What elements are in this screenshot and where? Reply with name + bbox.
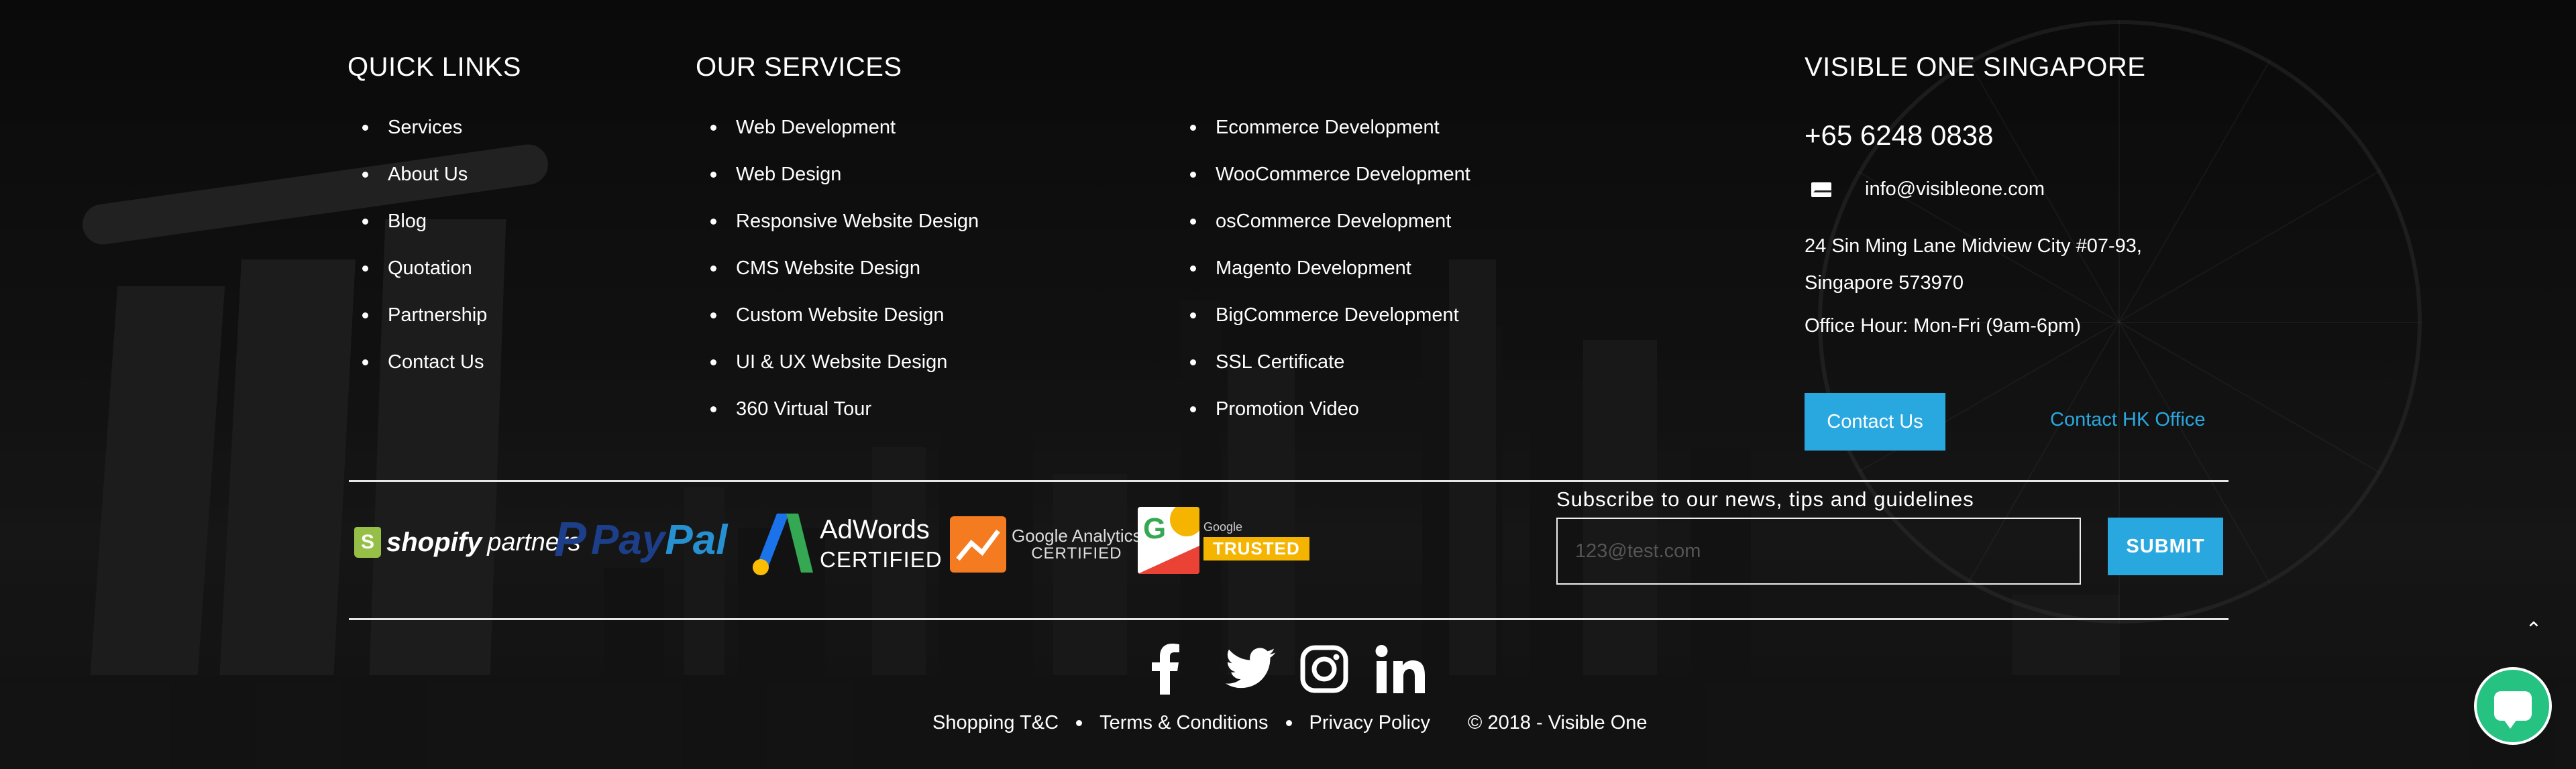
twitter-link[interactable] [1225,648,1276,689]
list-item[interactable]: UI & UX Website Design [696,339,979,386]
subscribe-label: Subscribe to our news, tips and guidelin… [1556,487,1974,511]
facebook-icon [1152,644,1179,695]
service-link[interactable]: Web Development [736,117,896,138]
service-link[interactable]: Magento Development [1216,257,1411,279]
privacy-policy-link[interactable]: Privacy Policy [1309,712,1431,734]
google-trusted-badge: G Google TRUSTED [1138,507,1309,574]
divider-top [349,480,2229,482]
office-hour: Office Hour: Mon-Fri (9am-6pm) [1805,315,2081,337]
list-item[interactable]: SSL Certificate [1175,339,1470,386]
service-link[interactable]: Web Design [736,164,841,185]
service-link[interactable]: CMS Website Design [736,257,920,279]
service-link[interactable]: Responsive Website Design [736,211,979,232]
quick-link-blog[interactable]: Blog [388,211,427,232]
twitter-icon [1225,648,1276,689]
list-item[interactable]: Blog [347,198,487,245]
shopping-tc-link[interactable]: Shopping T&C [932,712,1059,734]
terms-conditions-link[interactable]: Terms & Conditions [1099,712,1268,734]
quick-link-about-us[interactable]: About Us [388,164,468,185]
linkedin-icon [1375,645,1425,693]
service-link[interactable]: Custom Website Design [736,304,945,326]
paypal-mark-icon: P [554,513,586,567]
our-services-title: OUR SERVICES [696,52,902,82]
list-item[interactable]: Services [347,104,487,151]
list-item[interactable]: Quotation [347,245,487,292]
google-my-business-icon: G [1138,507,1199,574]
service-link[interactable]: WooCommerce Development [1216,164,1470,185]
instagram-link[interactable] [1300,645,1348,693]
list-item[interactable]: WooCommerce Development [1175,151,1470,198]
address: 24 Sin Ming Lane Midview City #07-93, Si… [1805,228,2274,302]
submit-button[interactable]: SUBMIT [2108,518,2223,575]
scroll-to-top-button[interactable]: ⌃ [2524,618,2544,642]
services-list-2: Ecommerce Development WooCommerce Develo… [1175,104,1470,432]
list-item[interactable]: Responsive Website Design [696,198,979,245]
list-item[interactable]: Promotion Video [1175,386,1470,432]
chat-widget-button[interactable] [2474,667,2552,745]
copyright: © 2018 - Visible One [1468,712,1648,733]
separator-dot [1285,720,1292,726]
quick-links-title: QUICK LINKS [347,52,521,82]
list-item[interactable]: Magento Development [1175,245,1470,292]
list-item[interactable]: Ecommerce Development [1175,104,1470,151]
quick-link-partnership[interactable]: Partnership [388,304,487,326]
list-item[interactable]: BigCommerce Development [1175,292,1470,339]
service-link[interactable]: BigCommerce Development [1216,304,1459,326]
contact-title: VISIBLE ONE SINGAPORE [1805,52,2146,82]
service-link[interactable]: Promotion Video [1216,398,1359,420]
email-address[interactable]: info@visibleone.com [1865,178,2045,200]
adwords-icon [753,514,813,575]
address-line-2: Singapore 573970 [1805,272,1964,294]
linkedin-link[interactable] [1375,645,1425,693]
contact-hk-office-link[interactable]: Contact HK Office [2050,409,2206,431]
shopify-partners-logo: S shopify partners [354,527,581,558]
email-row[interactable]: info@visibleone.com [1811,178,2045,200]
list-item[interactable]: Custom Website Design [696,292,979,339]
service-link[interactable]: UI & UX Website Design [736,351,947,373]
quick-link-contact-us[interactable]: Contact Us [388,351,484,373]
instagram-icon [1300,645,1348,693]
contact-us-button[interactable]: Contact Us [1805,393,1945,451]
chat-bubble-icon [2494,691,2532,729]
subscribe-email-input[interactable] [1556,518,2081,585]
list-item[interactable]: Partnership [347,292,487,339]
service-link[interactable]: Ecommerce Development [1216,117,1440,138]
list-item[interactable]: About Us [347,151,487,198]
shopify-bag-icon: S [354,527,381,558]
services-list-1: Web Development Web Design Responsive We… [696,104,979,432]
separator-dot [1076,720,1083,726]
adwords-certified-logo: AdWords CERTIFIED [751,511,943,575]
list-item[interactable]: Web Development [696,104,979,151]
quick-link-quotation[interactable]: Quotation [388,257,472,279]
service-link[interactable]: osCommerce Development [1216,211,1451,232]
facebook-link[interactable] [1148,642,1182,695]
quick-link-services[interactable]: Services [388,117,462,138]
list-item[interactable]: Contact Us [347,339,487,386]
service-link[interactable]: SSL Certificate [1216,351,1344,373]
footer-links: Shopping T&C Terms & Conditions Privacy … [932,712,1648,734]
address-line-1: 24 Sin Ming Lane Midview City #07-93, [1805,235,2142,257]
list-item[interactable]: Web Design [696,151,979,198]
list-item[interactable]: osCommerce Development [1175,198,1470,245]
analytics-chart-icon [950,516,1006,573]
google-analytics-certified-logo: Google Analytics CERTIFIED [950,516,1142,573]
quick-links-list: Services About Us Blog Quotation Partner… [347,104,487,386]
envelope-icon [1811,182,1831,197]
list-item[interactable]: CMS Website Design [696,245,979,292]
paypal-logo: P Pay Pal [554,513,728,567]
phone-number[interactable]: +65 6248 0838 [1805,119,1993,152]
service-link[interactable]: 360 Virtual Tour [736,398,871,420]
divider-bottom [349,618,2229,620]
list-item[interactable]: 360 Virtual Tour [696,386,979,432]
